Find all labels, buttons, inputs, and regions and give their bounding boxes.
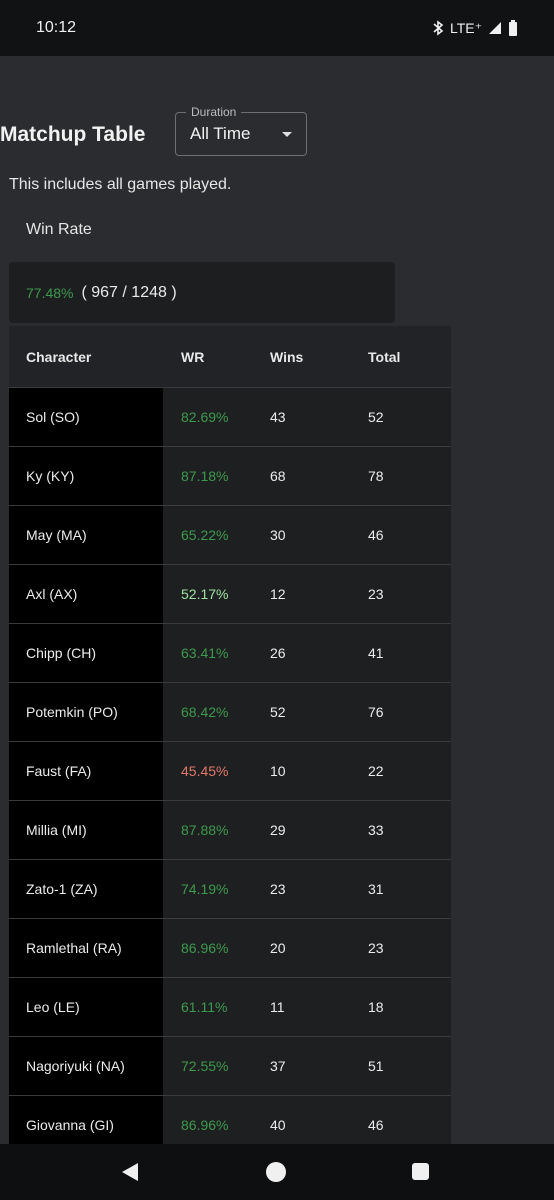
bluetooth-icon (433, 20, 444, 36)
header-wins[interactable]: Wins (252, 349, 351, 365)
cell-total: 51 (351, 1037, 451, 1095)
cell-wins: 43 (252, 388, 351, 446)
status-time: 10:12 (36, 19, 77, 36)
table-row[interactable]: Faust (FA) 45.45% 10 22 (9, 742, 451, 801)
cell-total: 22 (351, 742, 451, 800)
cell-total: 46 (351, 506, 451, 564)
cell-character: Potemkin (PO) (9, 683, 163, 741)
winrate-label: Win Rate (26, 221, 92, 238)
back-icon[interactable] (120, 1162, 140, 1182)
table-body: Sol (SO) 82.69% 43 52 Ky (KY) 87.18% 68 78 May (… (9, 388, 451, 1155)
cell-character: Zato-1 (ZA) (9, 860, 163, 918)
table-row[interactable]: Sol (SO) 82.69% 43 52 (9, 388, 451, 447)
cell-wins: 12 (252, 565, 351, 623)
cell-wr: 52.17% (163, 565, 252, 623)
header-total[interactable]: Total (351, 349, 451, 365)
cell-total: 33 (351, 801, 451, 859)
navigation-bar (0, 1144, 554, 1200)
page-title: Matchup Table (0, 123, 146, 146)
cell-total: 31 (351, 860, 451, 918)
cell-total: 76 (351, 683, 451, 741)
cell-wr: 72.55% (163, 1037, 252, 1095)
cell-total: 23 (351, 565, 451, 623)
table-row[interactable]: Nagoriyuki (NA) 72.55% 37 51 (9, 1037, 451, 1096)
table-header: Character WR Wins Total (9, 326, 451, 388)
cell-wins: 26 (252, 624, 351, 682)
matchup-table: Character WR Wins Total Sol (SO) 82.69% 43… (9, 326, 451, 1155)
cell-wins: 20 (252, 919, 351, 977)
cell-wr: 86.96% (163, 919, 252, 977)
cell-total: 78 (351, 447, 451, 505)
cell-wr: 87.88% (163, 801, 252, 859)
cell-character: Millia (MI) (9, 801, 163, 859)
duration-select[interactable]: Duration All Time (175, 105, 307, 156)
recent-apps-icon[interactable] (412, 1163, 429, 1180)
cell-wr: 63.41% (163, 624, 252, 682)
cell-wr: 82.69% (163, 388, 252, 446)
cell-wr: 45.45% (163, 742, 252, 800)
cell-total: 23 (351, 919, 451, 977)
battery-icon (509, 20, 517, 36)
cell-wins: 68 (252, 447, 351, 505)
cell-character: Sol (SO) (9, 388, 163, 446)
table-row[interactable]: Chipp (CH) 63.41% 26 41 (9, 624, 451, 683)
status-icons: LTE⁺ (432, 20, 518, 37)
table-row[interactable]: Ky (KY) 87.18% 68 78 (9, 447, 451, 506)
cell-character: Leo (LE) (9, 978, 163, 1036)
table-row[interactable]: Axl (AX) 52.17% 12 23 (9, 565, 451, 624)
duration-value: All Time (190, 124, 251, 143)
cell-character: May (MA) (9, 506, 163, 564)
table-row[interactable]: Potemkin (PO) 68.42% 52 76 (9, 683, 451, 742)
cell-wins: 23 (252, 860, 351, 918)
cell-wins: 10 (252, 742, 351, 800)
cell-wr: 74.19% (163, 860, 252, 918)
cell-character: Faust (FA) (9, 742, 163, 800)
cell-wr: 68.42% (163, 683, 252, 741)
winrate-summary: 77.48% ( 967 / 1248 ) (9, 262, 395, 323)
cell-wins: 52 (252, 683, 351, 741)
caret-down-icon (282, 132, 292, 137)
network-type: LTE⁺ (449, 19, 482, 36)
home-icon[interactable] (266, 1162, 286, 1182)
duration-label: Duration (186, 105, 242, 119)
cell-wins: 37 (252, 1037, 351, 1095)
cell-wins: 11 (252, 978, 351, 1036)
cell-total: 41 (351, 624, 451, 682)
page-description: This includes all games played. (9, 176, 232, 193)
cell-wins: 29 (252, 801, 351, 859)
cell-character: Chipp (CH) (9, 624, 163, 682)
status-bar: 10:12 LTE⁺ (0, 0, 554, 56)
summary-percent: 77.48% (26, 284, 74, 301)
table-row[interactable]: Ramlethal (RA) 86.96% 20 23 (9, 919, 451, 978)
cell-total: 18 (351, 978, 451, 1036)
cell-wr: 87.18% (163, 447, 252, 505)
cell-character: Axl (AX) (9, 565, 163, 623)
cell-total: 52 (351, 388, 451, 446)
header-character[interactable]: Character (9, 349, 163, 365)
table-row[interactable]: Millia (MI) 87.88% 29 33 (9, 801, 451, 860)
summary-count: ( 967 / 1248 ) (81, 283, 177, 301)
signal-icon (489, 22, 501, 34)
cell-wins: 30 (252, 506, 351, 564)
cell-character: Ky (KY) (9, 447, 163, 505)
header-wr[interactable]: WR (163, 349, 252, 365)
cell-wr: 65.22% (163, 506, 252, 564)
cell-character: Ramlethal (RA) (9, 919, 163, 977)
table-row[interactable]: Zato-1 (ZA) 74.19% 23 31 (9, 860, 451, 919)
table-row[interactable]: May (MA) 65.22% 30 46 (9, 506, 451, 565)
cell-character: Nagoriyuki (NA) (9, 1037, 163, 1095)
cell-wr: 61.11% (163, 978, 252, 1036)
table-row[interactable]: Leo (LE) 61.11% 11 18 (9, 978, 451, 1037)
